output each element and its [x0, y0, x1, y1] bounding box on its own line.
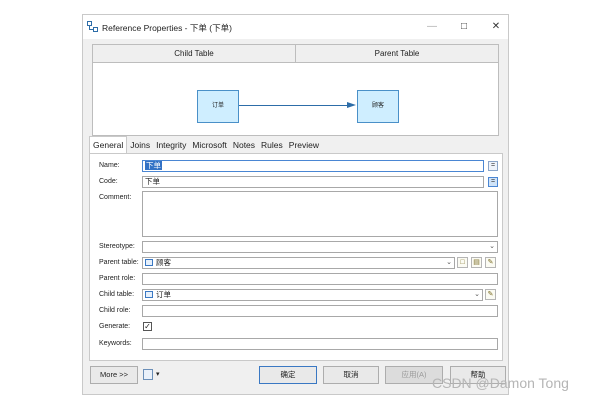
parent-role-field[interactable]	[142, 273, 498, 285]
parent-table-header: Parent Table	[295, 45, 498, 62]
code-value: 下单	[145, 177, 160, 186]
keywords-label: Keywords:	[99, 340, 132, 347]
tab-joins[interactable]: Joins	[127, 138, 153, 153]
child-table-properties-icon[interactable]: ✎	[485, 289, 496, 300]
tab-general[interactable]: General	[89, 136, 128, 154]
keywords-field[interactable]	[142, 338, 498, 350]
more-button[interactable]: More >>	[90, 366, 138, 384]
child-role-label: Child role:	[99, 307, 131, 314]
parent-table-value: 顾客	[156, 258, 171, 267]
child-table-select[interactable]: 订单 ⌄	[142, 289, 483, 301]
reference-diagram: Child Table Parent Table 订单 顾客	[92, 44, 499, 136]
create-parent-table-icon[interactable]: □	[457, 257, 468, 268]
parent-table-label: Parent table:	[99, 259, 139, 266]
child-role-field[interactable]	[142, 305, 498, 317]
child-table-header: Child Table	[93, 45, 295, 62]
reference-properties-dialog: Reference Properties - 下单 (下单) — □ ✕ Chi…	[82, 14, 509, 395]
chevron-down-icon[interactable]: ⌄	[474, 290, 480, 300]
tab-integrity[interactable]: Integrity	[153, 138, 189, 153]
generate-label: Generate:	[99, 323, 131, 330]
comment-label: Comment:	[99, 194, 132, 201]
cancel-button[interactable]: 取消	[323, 366, 379, 384]
child-table-label: Child table:	[99, 291, 135, 298]
stereotype-label: Stereotype:	[99, 243, 135, 250]
diagram-header: Child Table Parent Table	[93, 45, 498, 63]
comment-field[interactable]	[142, 191, 498, 237]
parent-role-label: Parent role:	[99, 275, 136, 282]
code-label: Code:	[99, 178, 118, 185]
name-code-sync-button[interactable]: =	[488, 161, 498, 171]
parent-table-select[interactable]: 顾客 ⌄	[142, 257, 455, 269]
tab-preview[interactable]: Preview	[286, 138, 322, 153]
tab-rules[interactable]: Rules	[258, 138, 286, 153]
name-label: Name:	[99, 162, 120, 169]
ok-button[interactable]: 确定	[259, 366, 317, 384]
generate-checkbox[interactable]: ✓	[143, 322, 152, 331]
table-icon	[145, 259, 153, 266]
stereotype-select[interactable]: ⌄	[142, 241, 498, 253]
tools-menu-icon[interactable]	[143, 369, 153, 380]
tab-microsoft[interactable]: Microsoft	[189, 138, 229, 153]
dropdown-arrow-icon[interactable]: ▾	[156, 370, 160, 378]
child-entity-box[interactable]: 订单	[197, 90, 239, 123]
watermark: CSDN @Damon Tong	[432, 375, 569, 391]
reference-icon	[87, 21, 98, 32]
tab-strip: General Joins Integrity Microsoft Notes …	[89, 136, 322, 154]
tab-notes[interactable]: Notes	[230, 138, 258, 153]
name-value: 下单	[145, 161, 162, 170]
table-icon	[145, 291, 153, 298]
window-title: Reference Properties - 下单 (下单)	[102, 23, 232, 33]
chevron-down-icon[interactable]: ⌄	[446, 258, 452, 268]
parent-entity-box[interactable]: 顾客	[357, 90, 399, 123]
maximize-button[interactable]: □	[452, 19, 476, 35]
minimize-button[interactable]: —	[420, 19, 444, 35]
general-tab-panel: Name: 下单 = Code: 下单 = Comment: Stereotyp…	[89, 153, 503, 361]
code-name-sync-button[interactable]: =	[488, 177, 498, 187]
select-parent-table-icon[interactable]: ▤	[471, 257, 482, 268]
reference-link-line	[239, 105, 349, 106]
chevron-down-icon[interactable]: ⌄	[489, 242, 495, 252]
reference-arrow-icon	[347, 102, 356, 108]
parent-table-properties-icon[interactable]: ✎	[485, 257, 496, 268]
code-field[interactable]: 下单	[142, 176, 484, 188]
name-field[interactable]: 下单	[142, 160, 484, 172]
child-table-value: 订单	[156, 290, 171, 299]
close-button[interactable]: ✕	[484, 19, 508, 35]
title-bar: Reference Properties - 下单 (下单) — □ ✕	[83, 15, 508, 39]
